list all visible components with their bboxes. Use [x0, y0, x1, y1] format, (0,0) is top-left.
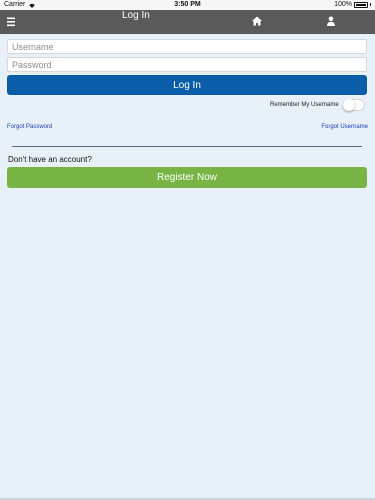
user-icon[interactable] — [325, 15, 337, 27]
register-now-button[interactable]: Register Now — [7, 167, 367, 188]
navigation-bar: Log In — [0, 10, 375, 34]
remember-username-toggle[interactable] — [343, 99, 365, 111]
forgot-username-link[interactable]: Forgot Username — [321, 124, 368, 130]
battery-icon — [354, 1, 368, 8]
no-account-prompt: Don't have an account? — [8, 155, 92, 164]
page-title: Log In — [122, 10, 150, 21]
toggle-knob — [343, 99, 355, 111]
username-input[interactable] — [7, 39, 367, 54]
battery-percent: 100% — [334, 1, 352, 8]
status-bar: Carrier 3:50 PM 100% — [0, 0, 375, 10]
login-button[interactable]: Log In — [7, 75, 367, 95]
battery-status: 100% — [334, 1, 371, 8]
forgot-password-link[interactable]: Forgot Password — [7, 124, 52, 130]
status-time: 3:50 PM — [174, 1, 201, 8]
hamburger-menu-icon[interactable] — [6, 15, 20, 29]
home-icon[interactable] — [251, 15, 263, 27]
password-input[interactable] — [7, 57, 367, 72]
divider — [12, 146, 362, 147]
remember-username-label: Remember My Username — [270, 102, 339, 108]
